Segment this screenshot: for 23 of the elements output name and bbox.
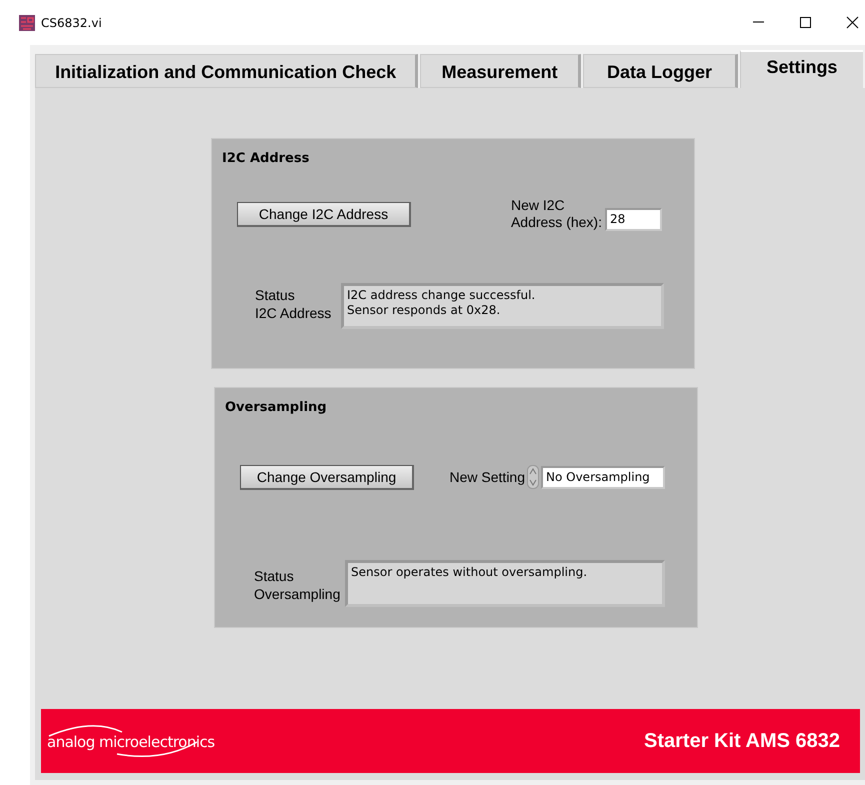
input-field[interactable]: No Oversampling <box>541 466 665 488</box>
field-label: New I2C Address (hex): <box>510 197 602 231</box>
close-icon[interactable] <box>846 16 859 29</box>
input-field[interactable]: 28 <box>605 208 662 230</box>
action-button[interactable]: Change Oversampling <box>240 464 414 490</box>
status-display: Sensor operates without oversampling. <box>345 560 665 607</box>
spinner-icon[interactable] <box>527 465 539 489</box>
status-label: Status Oversampling <box>254 567 342 603</box>
tab[interactable]: Initialization and Communication Check <box>35 54 418 88</box>
group-title: Oversampling <box>224 399 328 417</box>
banner-title: Starter Kit AMS 6832 <box>644 730 840 752</box>
group-title: I2C Address <box>221 150 310 168</box>
status-display: I2C address change successful. Sensor responds at 0x28. <box>341 283 664 329</box>
window-title: CS6832.vi <box>41 16 102 30</box>
field-label: New Setting <box>450 468 525 486</box>
tab[interactable]: Data Logger <box>583 54 738 88</box>
tab[interactable]: Settings <box>740 50 863 88</box>
logo: analog microelectronics <box>47 724 227 758</box>
status-label: Status I2C Address <box>255 286 332 322</box>
maximize-icon[interactable] <box>799 16 812 29</box>
tab[interactable]: Measurement <box>420 54 582 88</box>
app-icon <box>19 14 35 30</box>
action-button[interactable]: Change I2C Address <box>237 202 411 226</box>
